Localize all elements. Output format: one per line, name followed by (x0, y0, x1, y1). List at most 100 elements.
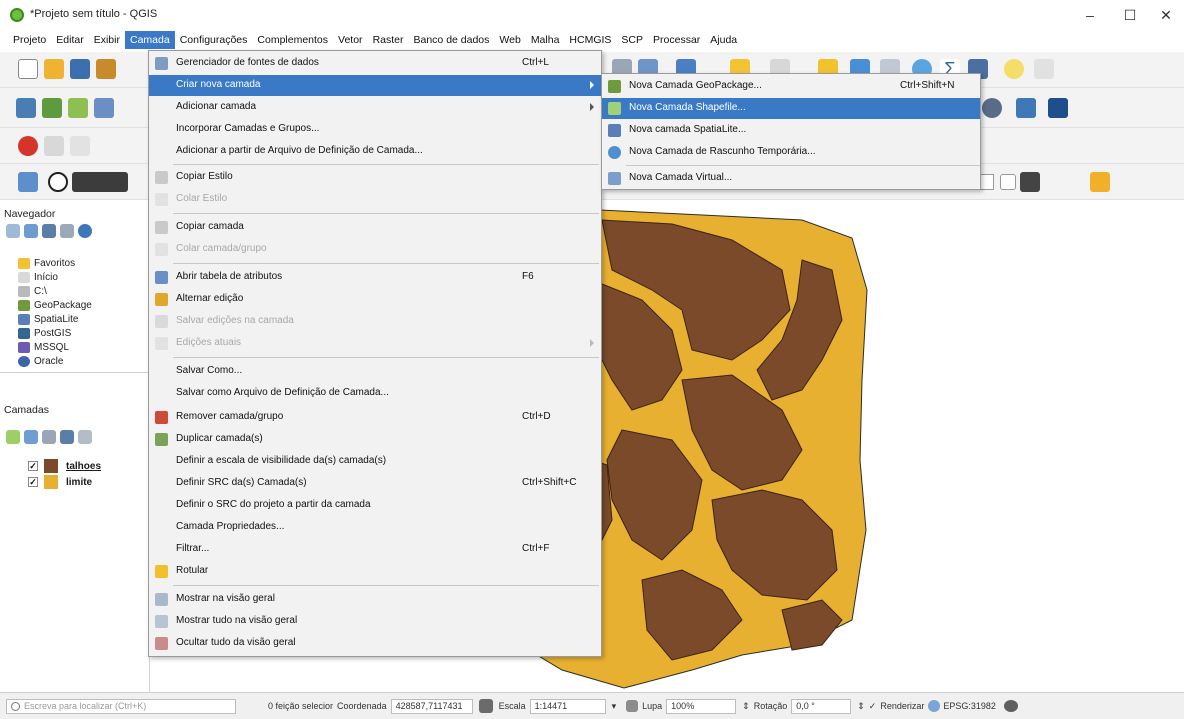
spin-up-icon[interactable] (1000, 174, 1016, 190)
locator-search-input[interactable]: Escreva para localizar (Ctrl+K) (6, 698, 236, 714)
menu-vetor[interactable]: Vetor (333, 31, 368, 49)
menu-item-save-as[interactable]: Salvar Como... (149, 361, 601, 382)
menu-scp[interactable]: SCP (616, 31, 648, 49)
crs-button[interactable]: EPSG:31982 (943, 701, 996, 711)
menu-processar[interactable]: Processar (648, 31, 705, 49)
add-selected-icon[interactable] (6, 224, 20, 238)
browser-item-postgis[interactable]: PostGIS (18, 326, 71, 340)
submenu-item-geopackage[interactable]: Nova Camada GeoPackage... Ctrl+Shift+N (602, 76, 980, 97)
lock-scale-icon[interactable] (626, 700, 639, 712)
layer-row-talhoes[interactable]: ✓ talhoes (28, 458, 101, 474)
add-raster-icon[interactable] (42, 98, 62, 118)
menu-item-duplicate-layer[interactable]: Duplicar camada(s) (149, 429, 601, 450)
zoom-icon[interactable] (48, 172, 68, 192)
open-project-icon[interactable] (44, 59, 64, 79)
digitize-icon[interactable] (18, 136, 38, 156)
style-panel-icon[interactable] (6, 430, 20, 444)
filter-legend-icon[interactable] (60, 430, 74, 444)
menu-configuracoes[interactable]: Configurações (175, 31, 253, 49)
menu-web[interactable]: Web (494, 31, 525, 49)
magnifier-field[interactable]: 100% (666, 698, 737, 714)
menu-editar[interactable]: Editar (51, 31, 88, 49)
magnifier-spin-icon[interactable]: ⇕ (742, 701, 750, 712)
submenu-item-shapefile[interactable]: Nova Camada Shapefile... (602, 98, 980, 119)
add-spatialite-icon[interactable] (94, 98, 114, 118)
menu-hcmgis[interactable]: HCMGIS (564, 31, 616, 49)
menu-item-add-layer[interactable]: Adicionar camada (149, 97, 601, 118)
browser-item-geopackage[interactable]: GeoPackage (18, 298, 92, 312)
menu-item-copy-style[interactable]: Copiar Estilo (149, 167, 601, 188)
roi-dropdown[interactable] (72, 172, 128, 192)
menu-item-current-edits[interactable]: Edições atuais (149, 333, 601, 354)
add-feature-icon[interactable] (70, 136, 90, 156)
scp-icon[interactable] (18, 172, 38, 192)
coordinate-field[interactable]: 428587,7117431 (390, 698, 473, 714)
rotation-field[interactable]: 0,0 ° (791, 698, 852, 714)
add-group-icon[interactable] (24, 430, 38, 444)
layer-row-limite[interactable]: ✓ limite (28, 474, 92, 490)
menu-banco-de-dados[interactable]: Banco de dados (409, 31, 495, 49)
menu-item-copy-layer[interactable]: Copiar camada (149, 217, 601, 238)
layout-icon[interactable] (96, 59, 116, 79)
scale-dropdown-icon[interactable]: ▾ (612, 701, 617, 712)
plugin-icon[interactable] (982, 98, 1002, 118)
python-console-icon[interactable] (1016, 98, 1036, 118)
tips-icon[interactable] (1004, 59, 1024, 79)
menu-complementos[interactable]: Complementos (252, 31, 333, 49)
refresh-browser-icon[interactable] (24, 224, 38, 238)
menu-ajuda[interactable]: Ajuda (705, 31, 742, 49)
new-project-icon[interactable] (18, 59, 38, 79)
menu-raster[interactable]: Raster (368, 31, 409, 49)
info-icon[interactable] (78, 224, 92, 238)
menu-item-embed-layers[interactable]: Incorporar Camadas e Grupos... (149, 119, 601, 140)
menu-item-show-all-overview[interactable]: Mostrar tudo na visão geral (149, 611, 601, 632)
browser-item-oracle[interactable]: Oracle (18, 354, 63, 368)
menu-item-set-scale-visibility[interactable]: Definir a escala de visibilidade da(s) c… (149, 451, 601, 472)
menu-item-set-layer-crs[interactable]: Definir SRC da(s) Camada(s) Ctrl+Shift+C (149, 473, 601, 494)
layer-visibility-checkbox[interactable]: ✓ (28, 477, 38, 487)
menu-projeto[interactable]: Projeto (8, 31, 51, 49)
submenu-item-spatialite[interactable]: Nova camada SpatiaLite... (602, 120, 980, 141)
menu-item-show-overview[interactable]: Mostrar na visão geral (149, 589, 601, 610)
menu-item-save-edits[interactable]: Salvar edições na camada (149, 311, 601, 332)
save-project-icon[interactable] (70, 59, 90, 79)
menu-item-paste-style[interactable]: Colar Estilo (149, 189, 601, 210)
filter-icon[interactable] (42, 224, 56, 238)
browser-item-mssql[interactable]: MSSQL (18, 340, 69, 354)
collapse-all-icon[interactable] (60, 224, 74, 238)
menu-item-create-layer[interactable]: Criar nova camada (149, 75, 601, 96)
menu-item-data-source-manager[interactable]: Gerenciador de fontes de dados Ctrl+L (149, 53, 601, 74)
menu-item-remove-layer[interactable]: Remover camada/grupo Ctrl+D (149, 407, 601, 428)
submenu-item-scratch-layer[interactable]: Nova Camada de Rascunho Temporária... (602, 142, 980, 163)
browser-item-spatialite[interactable]: SpatiaLite (18, 312, 78, 326)
menu-item-filter[interactable]: Filtrar... Ctrl+F (149, 539, 601, 560)
menu-item-add-from-definition[interactable]: Adicionar a partir de Arquivo de Definiç… (149, 141, 601, 162)
messages-icon[interactable] (1003, 700, 1018, 712)
layer-visibility-checkbox[interactable]: ✓ (28, 461, 38, 471)
submenu-item-virtual-layer[interactable]: Nova Camada Virtual... (602, 168, 980, 189)
edit-pencil-icon[interactable] (44, 136, 64, 156)
menu-malha[interactable]: Malha (526, 31, 565, 49)
add-wms-icon[interactable] (16, 98, 36, 118)
notebook-icon[interactable] (1090, 172, 1110, 192)
maximize-button[interactable]: ☐ (1110, 4, 1150, 26)
browser-item-inicio[interactable]: Início (18, 270, 58, 284)
render-checkbox[interactable]: ✓ (869, 701, 877, 712)
menu-item-hide-all-overview[interactable]: Ocultar tudo da visão geral (149, 633, 601, 654)
menu-item-layer-properties[interactable]: Camada Propriedades... (149, 517, 601, 538)
browser-item-favoritos[interactable]: Favoritos (18, 256, 75, 270)
browser-item-drive[interactable]: C:\ (18, 284, 47, 298)
minimize-button[interactable]: – (1070, 4, 1110, 26)
close-button[interactable]: ✕ (1146, 4, 1184, 26)
extents-toggle-icon[interactable] (478, 699, 493, 713)
menu-item-toggle-editing[interactable]: Alternar edição (149, 289, 601, 310)
book-icon[interactable] (1048, 98, 1068, 118)
rotation-spin-icon[interactable]: ⇕ (857, 701, 865, 712)
expand-all-icon[interactable] (78, 430, 92, 444)
menu-item-paste-layer[interactable]: Colar camada/grupo (149, 239, 601, 260)
add-vector-icon[interactable] (68, 98, 88, 118)
database-icon[interactable] (1020, 172, 1040, 192)
menu-exibir[interactable]: Exibir (89, 31, 125, 49)
menu-item-set-project-crs[interactable]: Definir o SRC do projeto a partir da cam… (149, 495, 601, 516)
menu-camada[interactable]: Camada (124, 31, 175, 49)
